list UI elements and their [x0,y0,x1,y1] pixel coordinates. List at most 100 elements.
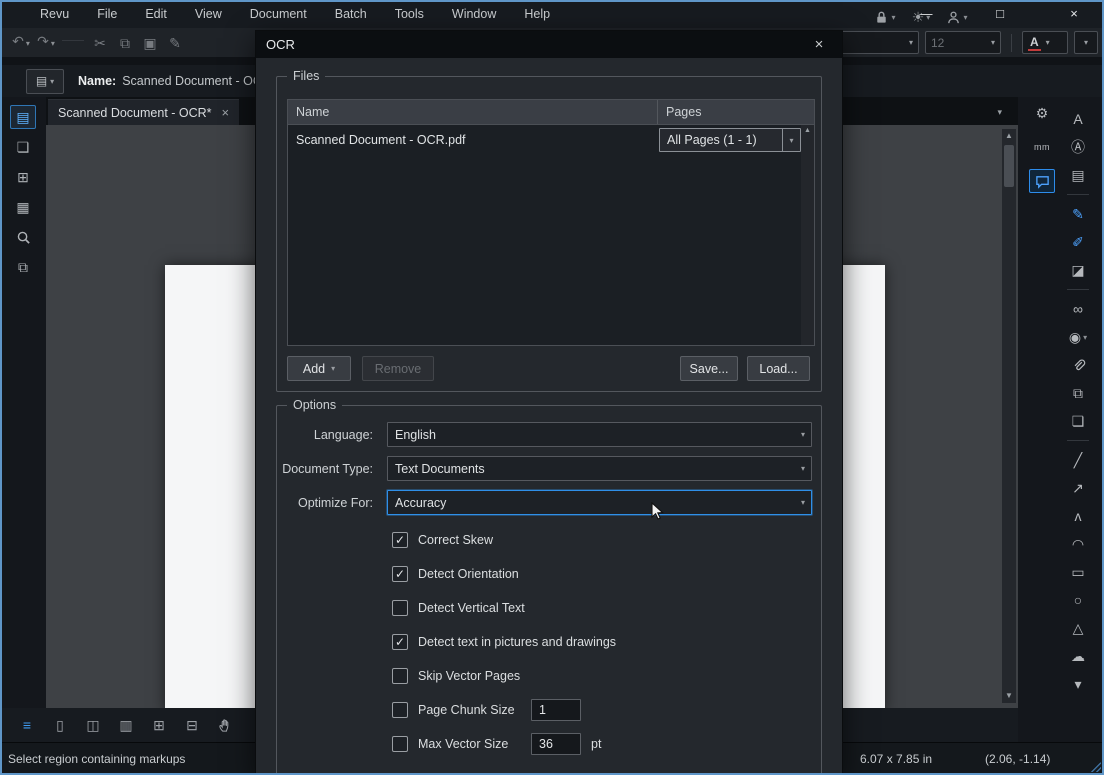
insert-page-icon[interactable]: ⊞ [146,713,172,737]
lock-icon[interactable]: ▾ [872,5,898,29]
checkbox-max-vector-size[interactable] [392,736,408,752]
redo-icon[interactable]: ↷▾ [37,30,55,55]
menu-help[interactable]: Help [510,2,564,26]
close-button[interactable]: × [1052,0,1096,28]
brightness-icon[interactable]: ☀▾ [908,5,934,29]
tab-scanned-document[interactable]: Scanned Document - OCR* × [48,99,239,125]
arrow-tool-icon[interactable]: ↗ [1065,476,1091,500]
vertical-scrollbar[interactable]: ▲ ▼ [1002,129,1016,703]
menu-tools[interactable]: Tools [381,2,438,26]
format-painter-icon[interactable]: ✎ [166,32,184,54]
dialog-close-icon[interactable]: × [806,36,832,53]
two-page-view-icon[interactable]: ◫ [80,713,106,737]
tool-chest-panel-icon[interactable]: ▦ [10,195,36,219]
snapshot-tool-icon[interactable]: ⧉ [1065,381,1091,405]
arc-tool-icon[interactable]: ◠ [1065,532,1091,556]
file-row[interactable]: Scanned Document - OCR.pdfAll Pages (1 -… [288,125,801,155]
pen-tool-icon[interactable]: ✎ [1065,202,1091,226]
add-button[interactable]: Add▾ [287,356,351,381]
thumbnails-panel-icon[interactable]: ⊞ [10,165,36,189]
tab-close-icon[interactable]: × [222,105,230,120]
polyline-tool-icon[interactable]: ʌ [1065,504,1091,528]
optimize-for-select[interactable]: Accuracy▾ [387,490,812,515]
single-page-view-icon[interactable]: ▯ [47,713,73,737]
markups-list-panel-icon[interactable]: ⧉ [10,255,36,279]
markups-list-toggle-icon[interactable]: ≡ [14,713,40,737]
load-button[interactable]: Load... [747,356,810,381]
input-max-vector-size[interactable]: 36 [531,733,581,755]
column-header-name[interactable]: Name [288,100,658,124]
font-size-combo[interactable]: 12▾ [925,31,1001,54]
language-select[interactable]: English▾ [387,422,812,447]
view-controls: ≡ ▯ ◫ ▥ ⊞ ⊟ [0,713,238,737]
document-type-select[interactable]: Text Documents▾ [387,456,812,481]
option-checkboxes: Correct SkewDetect OrientationDetect Ver… [392,527,821,756]
more-formatting-combo[interactable]: ▾ [1074,31,1098,54]
document-icon-button[interactable]: ▤▾ [26,69,64,94]
settings-gear-icon[interactable]: ⚙ [1029,101,1055,125]
measurements-panel-icon[interactable]: mm [1029,135,1055,159]
line-tool-icon[interactable]: ╱ [1065,448,1091,472]
tab-overflow-chevron-icon[interactable]: ▾ [997,107,1002,118]
pages-select[interactable]: All Pages (1 - 1)▾ [659,128,801,152]
ellipse-tool-icon[interactable]: ○ [1065,588,1091,612]
scroll-down-icon[interactable]: ▼ [1002,689,1016,703]
menu-edit[interactable]: Edit [131,2,181,26]
more-tools-icon[interactable]: ▾ [1065,672,1091,696]
checkbox-correct-skew[interactable] [392,532,408,548]
checkbox-page-chunk-size[interactable] [392,702,408,718]
scroll-up-icon[interactable]: ▲ [1005,129,1013,143]
font-color-combo[interactable]: A▾ [1022,31,1068,54]
menu-file[interactable]: File [83,2,131,26]
ocr-dialog-titlebar[interactable]: OCR × [256,31,842,58]
copy-icon[interactable]: ⧉ [116,32,134,54]
column-header-pages[interactable]: Pages [658,100,814,124]
chevron-down-icon: ▾ [51,39,55,48]
multi-page-view-icon[interactable]: ▥ [113,713,139,737]
eraser-tool-icon[interactable]: ◪ [1065,258,1091,282]
input-page-chunk-size[interactable]: 1 [531,699,581,721]
file-access-panel-icon[interactable]: ▤ [10,105,36,129]
scrollbar-thumb[interactable] [1004,145,1014,187]
note-tool-icon[interactable]: ▤ [1065,163,1091,187]
undo-icon[interactable]: ↶▾ [12,30,30,55]
maximize-button[interactable]: □ [978,0,1022,28]
extract-pages-tool-icon[interactable]: ❏ [1065,409,1091,433]
menu-document[interactable]: Document [236,2,321,26]
optimize-for-label: Optimize For: [277,496,387,510]
checkbox-detect-orientation[interactable] [392,566,408,582]
remove-button[interactable]: Remove [362,356,434,381]
bookmarks-panel-icon[interactable]: ❏ [10,135,36,159]
checkbox-detect-vertical-text[interactable] [392,600,408,616]
save-button[interactable]: Save... [680,356,738,381]
stamp-tool-icon[interactable]: ◉▾ [1065,325,1091,349]
cloud-tool-icon[interactable]: ☁ [1065,644,1091,668]
scroll-up-icon[interactable]: ▲ [801,125,814,137]
dialog-body: Files Name Pages Scanned Document - OCR.… [256,58,842,775]
callout-tool-icon[interactable]: Ⓐ [1065,135,1091,159]
hyperlink-tool-icon[interactable]: ∞ [1065,297,1091,321]
profile-icon[interactable]: ▾ [944,5,970,29]
search-panel-icon[interactable] [10,225,36,249]
menu-window[interactable]: Window [438,2,510,26]
checkbox-skip-vector-pages[interactable] [392,668,408,684]
rectangle-tool-icon[interactable]: ▭ [1065,560,1091,584]
attach-file-tool-icon[interactable] [1065,353,1091,377]
polygon-tool-icon[interactable]: △ [1065,616,1091,640]
cut-icon[interactable]: ✂ [91,32,109,54]
menu-batch[interactable]: Batch [321,2,381,26]
fit-page-icon[interactable]: ⊟ [179,713,205,737]
checkbox-label: Detect text in pictures and drawings [418,635,616,649]
checkbox-label: Max Vector Size [418,737,531,751]
table-scrollbar[interactable]: ▲ [801,125,814,345]
markup-chat-icon[interactable] [1029,169,1055,193]
menu-revu[interactable]: Revu [26,2,83,26]
checkbox-detect-text-in-pictures-and-drawings[interactable] [392,634,408,650]
paste-icon[interactable]: ▣ [141,32,159,54]
resize-grip[interactable] [1091,762,1101,772]
pan-tool-icon[interactable] [212,713,238,737]
highlighter-tool-icon[interactable]: ✐ [1065,230,1091,254]
menu-view[interactable]: View [181,2,236,26]
text-tool-icon[interactable]: A [1065,107,1091,131]
font-style-combo[interactable]: ▾ [833,31,919,54]
